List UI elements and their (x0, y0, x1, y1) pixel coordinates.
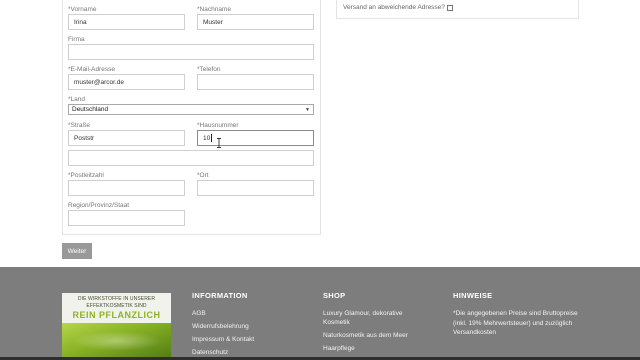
telefon-input[interactable] (197, 74, 314, 90)
footer-shop-column: SHOP Luxury Glamour, dekorative Kosmetik… (323, 291, 428, 357)
banner-line-1: DIE WIRKSTOFFE IN UNSERER (77, 296, 156, 302)
strasse-input[interactable]: Poststr (68, 130, 185, 146)
hausnummer-label: *Hausnummer (197, 122, 239, 129)
plz-label: *Postleitzahl (68, 172, 104, 179)
land-selected-value: Deutschland (72, 106, 109, 113)
land-select[interactable]: Deutschland ▼ (68, 104, 314, 115)
strasse-label: *Straße (68, 122, 91, 129)
footer-link-naturkosmetik[interactable]: Naturkosmetik aus dem Meer (323, 331, 428, 340)
email-label: *E-Mail-Adresse (68, 66, 115, 73)
footer-information-column: INFORMATION AGB Widerrufsbelehrung Impre… (192, 291, 302, 360)
shop-heading: SHOP (323, 291, 346, 300)
hinweise-heading: HINWEISE (453, 291, 493, 300)
leaf-image (62, 323, 171, 360)
email-value: muster@arcor.de (74, 78, 124, 86)
hausnummer-input[interactable]: 10 (197, 130, 314, 146)
footer-link-haarpflege[interactable]: Haarpflege (323, 344, 428, 353)
shipping-label: Versand an abweichende Adresse? (343, 4, 445, 11)
vorname-value: Irina (74, 18, 87, 26)
banner-line-2: EFFEKTKOSMETIK SIND (86, 303, 147, 309)
billing-form-panel (62, 0, 321, 235)
vorname-input[interactable]: Irina (68, 14, 185, 30)
region-label: Region/Provinz/Staat (68, 202, 130, 209)
nachname-input[interactable]: Muster (197, 14, 314, 30)
footer-link-widerruf[interactable]: Widerrufsbelehrung (192, 322, 302, 331)
footer-link-luxury-glamour[interactable]: Luxury Glamour, dekorative Kosmetik (323, 309, 428, 327)
footer: DIE WIRKSTOFFE IN UNSERER EFFEKTKOSMETIK… (0, 267, 640, 360)
ort-input[interactable] (197, 180, 314, 196)
banner-headline: REIN PFLANZLICH (72, 310, 161, 320)
email-input[interactable]: muster@arcor.de (68, 74, 185, 90)
strasse-value: Poststr (74, 134, 95, 142)
footer-link-datenschutz[interactable]: Datenschutz (192, 348, 302, 357)
footer-link-agb[interactable]: AGB (192, 309, 302, 318)
information-heading: INFORMATION (192, 291, 248, 300)
hinweise-text: *Die angegebenen Preise sind Bruttopreis… (453, 310, 578, 336)
nachname-label: *Nachname (197, 6, 231, 13)
ort-label: *Ort (197, 172, 209, 179)
region-input[interactable] (68, 210, 185, 226)
weiter-button[interactable]: Weiter (62, 243, 92, 259)
shipping-panel: Versand an abweichende Adresse? (336, 0, 579, 19)
footer-link-impressum[interactable]: Impressum & Kontakt (192, 335, 302, 344)
firma-label: Firma (68, 36, 85, 43)
firma-input[interactable] (68, 44, 314, 60)
plz-input[interactable] (68, 180, 185, 196)
telefon-label: *Telefon (197, 66, 221, 73)
text-caret (211, 134, 213, 142)
text-cursor-icon (217, 138, 221, 148)
land-label: *Land (68, 96, 85, 103)
shipping-checkbox[interactable] (446, 4, 453, 11)
adresszusatz-input[interactable] (68, 150, 314, 166)
nachname-value: Muster (203, 18, 223, 26)
hausnummer-value: 10 (203, 134, 211, 142)
vorname-label: *Vorname (68, 6, 97, 13)
shipping-option[interactable]: Versand an abweichende Adresse? (343, 4, 453, 11)
footer-hinweise-column: HINWEISE *Die angegebenen Preise sind Br… (453, 291, 581, 342)
chevron-down-icon: ▼ (305, 106, 310, 113)
promo-banner[interactable]: DIE WIRKSTOFFE IN UNSERER EFFEKTKOSMETIK… (62, 293, 171, 360)
